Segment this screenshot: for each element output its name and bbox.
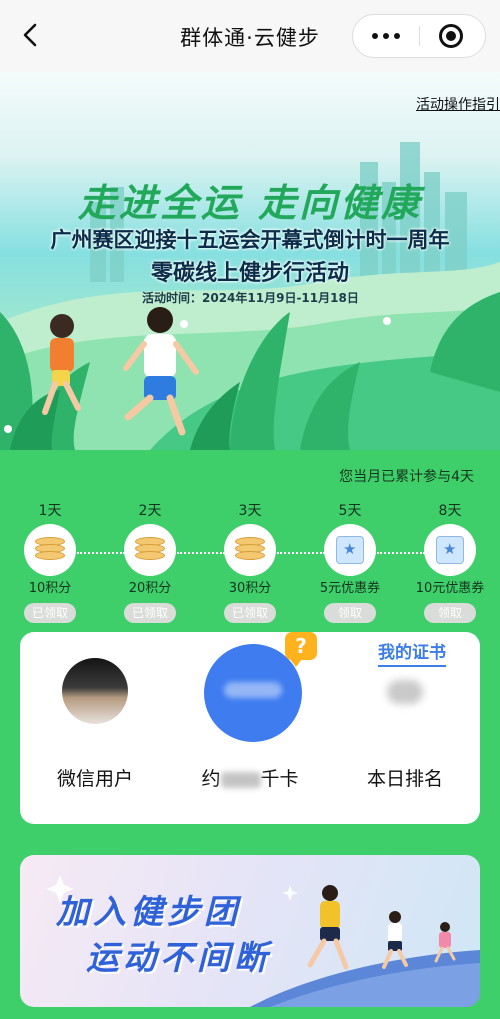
user-profile: 微信用户 [20,632,170,824]
activity-dates: 活动时间：2024年11月9日-11月18日 [142,291,359,305]
milestone-day-8: 8天 10元优惠券 领取 [395,500,500,623]
milestone-reward: 10积分 [28,581,72,596]
promo-line-1: 加入健步团 [56,892,241,931]
milestone-day: 8天 [438,503,462,519]
claim-status-button[interactable]: 已领取 [224,603,276,623]
calorie-prefix: 约 [201,768,221,790]
banner-slogan: 走进全运 走向健康 [77,180,423,225]
milestone-day: 2天 [138,503,162,519]
top-nav-bar: 群体通·云健步 [0,0,500,72]
milestone-reward: 10元优惠券 [415,581,485,596]
milestone-day: 3天 [238,503,262,519]
redacted-value [220,771,261,788]
checkin-progress: 1天 10积分 已领取 2天 20积分 已领取 3天 30积分 已领取 5天 5… [0,500,500,630]
user-name: 微信用户 [56,768,133,790]
redacted-rank [387,680,423,704]
coupon-icon [324,524,376,576]
monthly-participation-count: 您当月已累计参与4天 [339,469,474,485]
capsule-divider [419,26,420,46]
calorie-label: 约 千卡 [175,764,325,791]
user-stats-card: 微信用户 ? 约 千卡 本日排名 我的证书 [20,632,480,824]
coins-icon [24,524,76,576]
promo-line-2: 运动不间断 [86,938,271,977]
more-dots-icon[interactable] [353,15,419,57]
calorie-stat: ? 约 千卡 [175,632,325,824]
milestone-reward: 5元优惠券 [319,581,381,596]
milestone-day-2: 2天 20积分 已领取 [95,500,205,623]
coins-icon [224,524,276,576]
milestone-day: 1天 [38,503,62,519]
rank-label: 本日排名 [366,768,443,790]
milestone-reward: 20积分 [128,581,172,596]
claim-button[interactable]: 领取 [424,603,476,623]
milestone-day-1: 1天 10积分 已领取 [0,500,105,623]
my-certificate-link[interactable]: 我的证书 [378,638,446,667]
milestone-day-3: 3天 30积分 已领取 [195,500,305,623]
calorie-unit: 千卡 [260,768,299,790]
coins-icon [124,524,176,576]
coupon-icon [424,524,476,576]
milestone-day-5: 5天 5元优惠券 领取 [295,500,405,623]
milestone-reward: 30积分 [228,581,272,596]
activity-guide-link[interactable]: 活动操作指引 [416,94,500,114]
banner-subheadline: 零碳线上健步行活动 [150,261,349,286]
banner-headline: 广州赛区迎接十五运会开幕式倒计时一周年 [50,228,450,252]
activity-banner: 活动操作指引 走进全运 走向健康 广州赛区迎接十五运会开幕式倒计时一周年 零碳线… [0,72,500,450]
claim-status-button[interactable]: 已领取 [24,603,76,623]
help-question-icon[interactable]: ? [285,632,317,667]
milestone-day: 5天 [338,503,362,519]
claim-status-button[interactable]: 已领取 [124,603,176,623]
target-close-icon[interactable] [439,24,463,48]
claim-button[interactable]: 领取 [324,603,376,623]
mini-program-capsule [352,14,486,58]
join-walking-team-banner[interactable]: 加入健步团 运动不间断 [20,855,480,1007]
avatar[interactable] [62,658,128,724]
